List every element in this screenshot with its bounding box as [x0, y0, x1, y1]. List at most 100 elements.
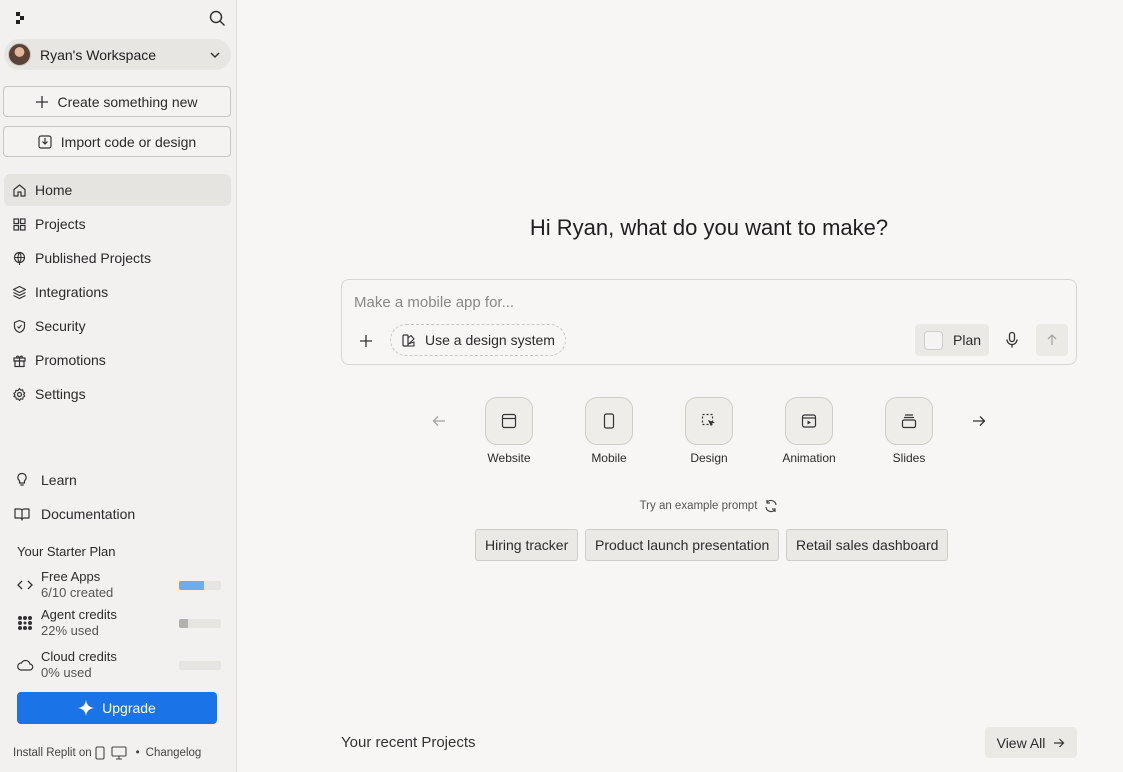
replit-logo-icon[interactable] [13, 11, 27, 25]
usage-progress-bar [179, 660, 221, 670]
documentation-label: Documentation [41, 506, 136, 522]
view-all-button[interactable]: View All [985, 727, 1077, 758]
avatar [8, 43, 31, 66]
category-mobile[interactable]: Mobile [569, 397, 649, 465]
design-system-button[interactable]: Use a design system [390, 324, 566, 356]
category-label: Animation [782, 451, 836, 465]
send-button[interactable] [1036, 324, 1068, 356]
add-attachment-button[interactable] [358, 333, 374, 349]
select-cursor-icon [685, 397, 733, 445]
sidebar-item-home[interactable]: Home [4, 174, 231, 206]
play-frame-icon [785, 397, 833, 445]
gear-icon [13, 387, 26, 401]
try-label: Try an example prompt [639, 500, 758, 512]
usage-label: Agent credits [41, 607, 117, 622]
code-icon [17, 580, 33, 590]
greeting-heading: Hi Ryan, what do you want to make? [529, 215, 889, 240]
sidebar-item-projects[interactable]: Projects [4, 208, 231, 240]
workspace-switcher[interactable]: Ryan's Workspace [4, 39, 231, 70]
import-button[interactable]: Import code or design [3, 126, 231, 157]
globe-icon [13, 251, 26, 265]
category-label: Slides [892, 451, 926, 465]
changelog-link[interactable]: Changelog [146, 747, 202, 759]
search-icon[interactable] [208, 9, 226, 27]
import-label: Import code or design [60, 133, 197, 150]
category-label: Website [487, 451, 531, 465]
workspace-name: Ryan's Workspace [40, 46, 157, 63]
recent-projects-title: Your recent Projects [341, 734, 476, 751]
microphone-button[interactable] [1004, 331, 1020, 349]
sparkle-icon [78, 700, 95, 716]
category-label: Design [690, 451, 728, 465]
cloud-icon [17, 659, 34, 671]
refresh-icon[interactable] [764, 499, 778, 513]
category-label: Mobile [591, 451, 627, 465]
usage-free-apps: Free Apps 6/10 created [16, 568, 221, 602]
arrow-left-icon [432, 416, 445, 426]
usage-sub: 0% used [41, 665, 92, 680]
arrow-right-icon [1054, 738, 1065, 747]
example-chip[interactable]: Retail sales dashboard [786, 529, 949, 561]
separator-dot: • [135, 747, 140, 759]
prompt-input[interactable] [354, 294, 1054, 311]
usage-label: Cloud credits [41, 649, 117, 664]
sidebar-item-label: Home [35, 182, 73, 198]
microphone-icon [1006, 331, 1018, 348]
plan-checkbox[interactable] [924, 330, 943, 350]
design-system-label: Use a design system [425, 332, 555, 348]
phone-icon[interactable] [95, 746, 105, 760]
sidebar: Ryan's Workspace Create something new Im… [0, 0, 237, 772]
sidebar-item-label: Security [35, 318, 86, 334]
create-new-label: Create something new [57, 93, 198, 110]
book-icon [14, 508, 30, 521]
view-all-label: View All [996, 734, 1046, 751]
chevron-down-icon [210, 51, 220, 58]
category-animation[interactable]: Animation [769, 397, 849, 465]
sidebar-item-published-projects[interactable]: Published Projects [4, 242, 231, 274]
install-row: Install Replit on • Changelog [13, 746, 201, 760]
example-chip[interactable]: Product launch presentation [585, 529, 780, 561]
usage-label: Free Apps [41, 569, 101, 584]
upgrade-button[interactable]: Upgrade [17, 692, 217, 724]
sidebar-item-label: Settings [35, 386, 86, 402]
carousel-prev-button[interactable] [431, 414, 447, 428]
sidebar-item-promotions[interactable]: Promotions [4, 344, 231, 376]
usage-cloud-credits: Cloud credits 0% used [16, 648, 221, 682]
sidebar-item-security[interactable]: Security [4, 310, 231, 342]
usage-progress-bar [179, 580, 221, 590]
example-chip[interactable]: Hiring tracker [475, 529, 579, 561]
install-label: Install Replit on [13, 747, 92, 759]
learn-link[interactable]: Learn [12, 468, 77, 492]
arrow-right-icon [973, 416, 986, 426]
plus-icon [36, 95, 49, 108]
usage-agent-credits: Agent credits 22% used [16, 606, 221, 640]
home-icon [13, 183, 26, 197]
upgrade-label: Upgrade [102, 700, 156, 716]
shield-icon [13, 319, 26, 333]
carousel-next-button[interactable] [971, 414, 987, 428]
usage-sub: 22% used [41, 623, 99, 638]
learn-label: Learn [41, 472, 77, 488]
gift-icon [13, 355, 26, 367]
example-prompt-row: Try an example prompt [237, 499, 1123, 513]
sidebar-item-label: Published Projects [35, 250, 151, 266]
lightbulb-icon [17, 472, 27, 486]
import-icon [38, 134, 52, 149]
sidebar-item-label: Projects [35, 216, 86, 232]
usage-progress-bar [179, 618, 221, 628]
desktop-icon[interactable] [111, 746, 127, 760]
stacked-slides-icon [885, 397, 933, 445]
category-slides[interactable]: Slides [869, 397, 949, 465]
sidebar-item-label: Integrations [35, 284, 109, 300]
create-new-button[interactable]: Create something new [3, 86, 231, 117]
plan-toggle[interactable]: Plan [915, 324, 989, 356]
sidebar-item-integrations[interactable]: Integrations [4, 276, 231, 308]
documentation-link[interactable]: Documentation [12, 502, 135, 526]
phone-icon [585, 397, 633, 445]
category-design[interactable]: Design [669, 397, 749, 465]
agent-icon [18, 616, 32, 630]
plus-icon [360, 335, 372, 347]
sidebar-item-settings[interactable]: Settings [4, 378, 231, 410]
category-website[interactable]: Website [469, 397, 549, 465]
main-content: Hi Ryan, what do you want to make? Use a… [237, 0, 1123, 772]
